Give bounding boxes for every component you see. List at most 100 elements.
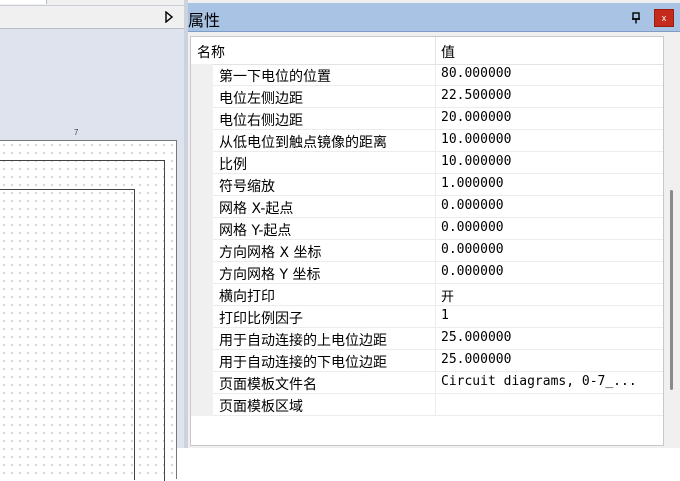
property-name: 横向打印	[219, 289, 275, 305]
property-value[interactable]: 10.000000	[441, 132, 511, 147]
property-row[interactable]: 符号缩放 1.000000	[191, 174, 663, 196]
row-divider	[435, 152, 436, 174]
document-tab[interactable]	[0, 0, 47, 4]
property-value[interactable]: 0.000000	[441, 242, 504, 257]
pin-icon[interactable]	[628, 10, 644, 26]
row-divider	[435, 240, 436, 262]
property-value[interactable]: 0.000000	[441, 264, 504, 279]
property-row[interactable]: 比例 10.000000	[191, 152, 663, 174]
property-grid: 名称 值 第一下电位的位置 80.000000 电位左侧边距 22.500000 电位右…	[190, 36, 664, 446]
row-divider	[435, 328, 436, 350]
page-frame-inner	[0, 189, 135, 480]
property-name: 从低电位到触点镜像的距离	[219, 135, 387, 151]
row-gutter	[191, 284, 213, 306]
properties-title: 属性	[188, 11, 221, 30]
row-gutter	[191, 350, 213, 372]
property-row[interactable]: 从低电位到触点镜像的距离 10.000000	[191, 130, 663, 152]
property-row[interactable]: 网格 Y-起点 0.000000	[191, 218, 663, 240]
properties-title-bar: 属性 x	[188, 3, 680, 32]
row-divider	[435, 218, 436, 240]
row-gutter	[191, 218, 213, 240]
row-divider	[435, 130, 436, 152]
property-name: 方向网格 Y 坐标	[219, 267, 321, 283]
row-divider	[435, 262, 436, 284]
row-divider	[435, 86, 436, 108]
row-gutter	[191, 240, 213, 262]
properties-panel: 属性 x 名称 值 第一下电位的位置 80.000000 电位左侧边距 22.5000…	[188, 0, 680, 448]
property-row[interactable]: 方向网格 Y 坐标 0.000000	[191, 262, 663, 284]
property-name: 方向网格 X 坐标	[219, 245, 322, 261]
vertical-scrollbar[interactable]	[666, 62, 678, 434]
row-divider	[435, 284, 436, 306]
row-divider	[435, 196, 436, 218]
property-row[interactable]: 打印比例因子 1	[191, 306, 663, 328]
scrollbar-thumb[interactable]	[670, 190, 673, 390]
column-ruler: 7	[0, 128, 175, 140]
property-value[interactable]: 22.500000	[441, 88, 511, 103]
property-row[interactable]: 方向网格 X 坐标 0.000000	[191, 240, 663, 262]
property-name: 电位右侧边距	[219, 113, 303, 129]
row-gutter	[191, 394, 213, 416]
row-gutter	[191, 306, 213, 328]
row-gutter	[191, 152, 213, 174]
property-name: 打印比例因子	[219, 311, 303, 327]
property-row[interactable]: 横向打印 开	[191, 284, 663, 306]
property-rows: 第一下电位的位置 80.000000 电位左侧边距 22.500000 电位右侧边距 20…	[191, 64, 663, 416]
property-name: 网格 Y-起点	[219, 223, 292, 239]
row-gutter	[191, 328, 213, 350]
row-gutter	[191, 196, 213, 218]
property-value[interactable]: 0.000000	[441, 198, 504, 213]
property-value[interactable]: 0.000000	[441, 220, 504, 235]
property-name: 用于自动连接的下电位边距	[219, 355, 387, 371]
property-value[interactable]: 20.000000	[441, 110, 511, 125]
property-value[interactable]: 1.000000	[441, 176, 504, 191]
property-value[interactable]: 开	[441, 286, 454, 305]
property-name: 用于自动连接的上电位边距	[219, 333, 387, 349]
row-divider	[435, 372, 436, 394]
row-gutter	[191, 372, 213, 394]
row-divider	[435, 394, 436, 416]
row-gutter	[191, 262, 213, 284]
column-header-name[interactable]: 名称	[197, 42, 225, 62]
row-divider	[435, 64, 436, 86]
property-row[interactable]: 网格 X-起点 0.000000	[191, 196, 663, 218]
property-name: 网格 X-起点	[219, 201, 294, 217]
drawing-canvas-pane: 7	[0, 0, 184, 481]
property-name: 符号缩放	[219, 179, 275, 195]
close-icon[interactable]: x	[654, 9, 674, 27]
property-row[interactable]: 用于自动连接的下电位边距 25.000000	[191, 350, 663, 372]
row-divider	[435, 350, 436, 372]
property-name: 电位左侧边距	[219, 91, 303, 107]
row-gutter	[191, 64, 213, 86]
row-divider	[435, 306, 436, 328]
property-row[interactable]: 页面模板文件名 Circuit diagrams, 0-7_...	[191, 372, 663, 394]
property-name: 页面模板文件名	[219, 377, 317, 393]
column-divider[interactable]	[435, 37, 436, 64]
property-value[interactable]: 1	[441, 308, 449, 323]
property-row[interactable]: 第一下电位的位置 80.000000	[191, 64, 663, 86]
property-row[interactable]: 页面模板区域	[191, 394, 663, 416]
property-value[interactable]: 25.000000	[441, 352, 511, 367]
property-value[interactable]: Circuit diagrams, 0-7_...	[441, 374, 637, 389]
row-gutter	[191, 108, 213, 130]
property-value[interactable]: 80.000000	[441, 66, 511, 81]
play-icon[interactable]	[163, 10, 175, 24]
property-name: 第一下电位的位置	[219, 69, 331, 85]
column-header-value[interactable]: 值	[441, 42, 455, 62]
property-value[interactable]: 25.000000	[441, 330, 511, 345]
property-row[interactable]: 用于自动连接的上电位边距 25.000000	[191, 328, 663, 350]
row-gutter	[191, 86, 213, 108]
property-value[interactable]: 10.000000	[441, 154, 511, 169]
row-gutter	[191, 130, 213, 152]
property-grid-header: 名称 值	[191, 37, 663, 65]
row-divider	[435, 174, 436, 196]
schematic-sheet[interactable]	[0, 140, 177, 481]
row-gutter	[191, 174, 213, 196]
canvas-toolbar	[0, 6, 184, 29]
property-row[interactable]: 电位右侧边距 20.000000	[191, 108, 663, 130]
sheet-area[interactable]: 7	[0, 30, 183, 481]
property-name: 比例	[219, 157, 247, 173]
property-name: 页面模板区域	[219, 399, 303, 415]
property-row[interactable]: 电位左侧边距 22.500000	[191, 86, 663, 108]
row-divider	[435, 108, 436, 130]
